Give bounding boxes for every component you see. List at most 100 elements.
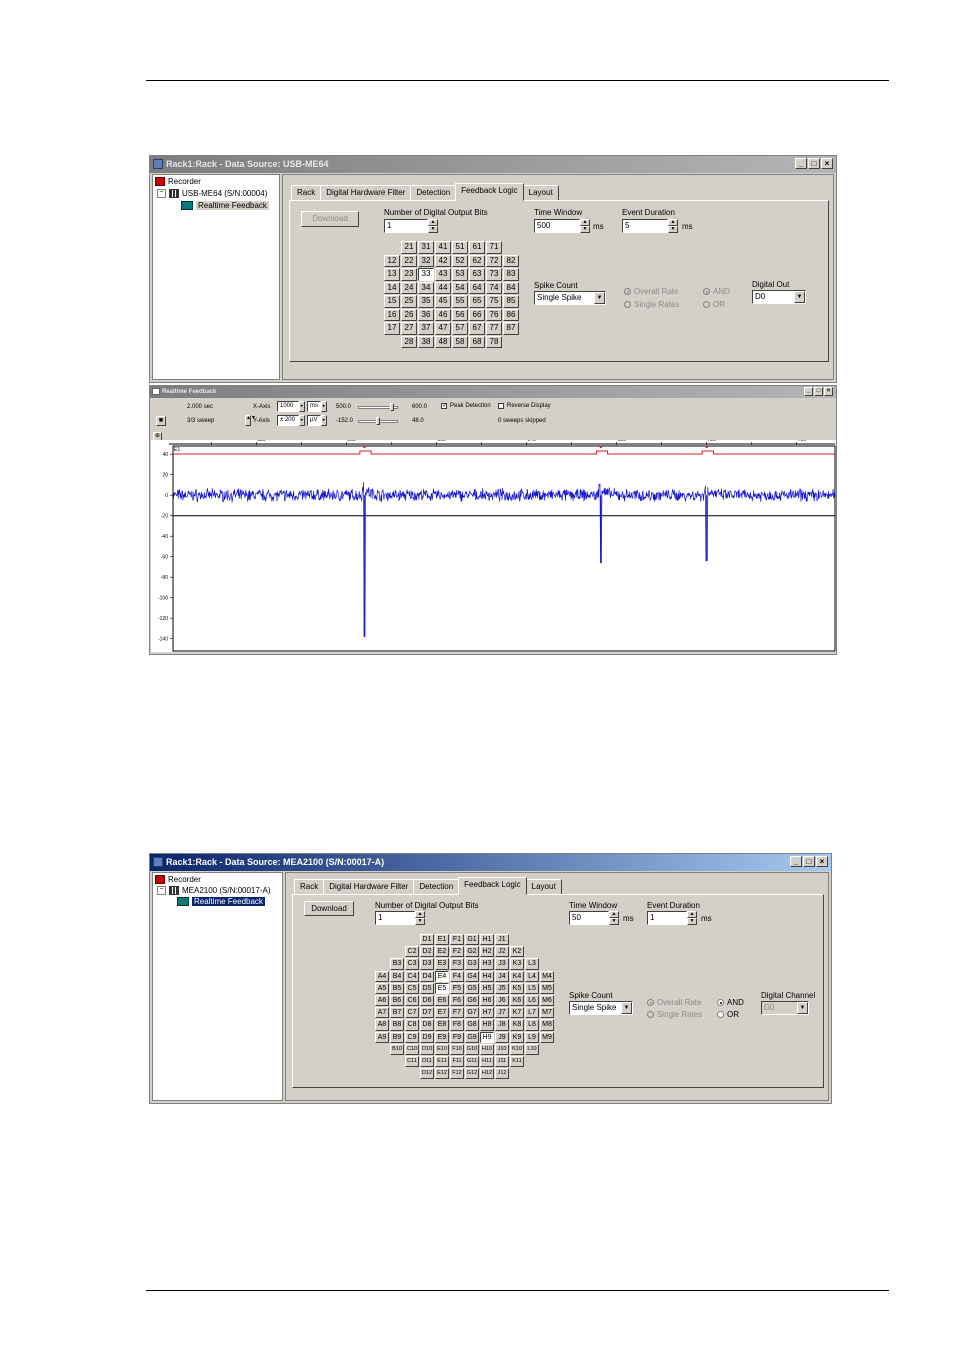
electrode-J6[interactable]: J6 <box>495 995 509 1007</box>
electrode-A6[interactable]: A6 <box>375 995 389 1007</box>
electrode-J8[interactable]: J8 <box>495 1019 509 1031</box>
electrode-77[interactable]: 77 <box>486 322 502 335</box>
x-axis-input[interactable]: 1000 <box>277 401 299 412</box>
electrode-34[interactable]: 34 <box>418 281 434 294</box>
electrode-M8[interactable]: M8 <box>540 1019 554 1031</box>
electrode-J3[interactable]: J3 <box>495 958 509 970</box>
electrode-H8[interactable]: H8 <box>480 1019 494 1031</box>
tab-feedback-logic[interactable]: Feedback Logic <box>455 183 524 201</box>
close-icon[interactable]: × <box>821 158 833 169</box>
tab-layout[interactable]: Layout <box>525 879 562 895</box>
electrode-F8[interactable]: F8 <box>450 1019 464 1031</box>
electrode-21[interactable]: 21 <box>401 241 417 254</box>
electrode-12[interactable]: 12 <box>384 254 400 267</box>
electrode-L10[interactable]: L10 <box>525 1043 539 1055</box>
electrode-J12[interactable]: J12 <box>495 1068 509 1080</box>
radio-or[interactable]: OR <box>717 1010 739 1019</box>
electrode-J7[interactable]: J7 <box>495 1007 509 1019</box>
electrode-65[interactable]: 65 <box>469 295 485 308</box>
electrode-22[interactable]: 22 <box>401 254 417 267</box>
electrode-14[interactable]: 14 <box>384 281 400 294</box>
electrode-D10[interactable]: D10 <box>420 1043 434 1055</box>
electrode-G3[interactable]: G3 <box>465 958 479 970</box>
electrode-F12[interactable]: F12 <box>450 1068 464 1080</box>
electrode-E6[interactable]: E6 <box>435 995 449 1007</box>
event-duration-spinner[interactable]: ▲ ▼ <box>687 911 697 925</box>
electrode-D8[interactable]: D8 <box>420 1019 434 1031</box>
electrode-74[interactable]: 74 <box>486 281 502 294</box>
close-icon[interactable]: × <box>816 856 828 867</box>
electrode-D3[interactable]: D3 <box>420 958 434 970</box>
electrode-A4[interactable]: A4 <box>375 970 389 982</box>
x-axis-unit[interactable]: ms <box>307 401 321 412</box>
time-window-input[interactable]: 50 <box>569 911 609 925</box>
electrode-F9[interactable]: F9 <box>450 1031 464 1043</box>
electrode-L9[interactable]: L9 <box>525 1031 539 1043</box>
electrode-72[interactable]: 72 <box>486 254 502 267</box>
electrode-E8[interactable]: E8 <box>435 1019 449 1031</box>
electrode-E10[interactable]: E10 <box>435 1043 449 1055</box>
radio-and[interactable]: AND <box>717 998 744 1007</box>
electrode-L4[interactable]: L4 <box>525 970 539 982</box>
radio-single-rates[interactable]: Single Rates <box>647 1010 702 1019</box>
time-window-input[interactable]: 500 <box>534 219 580 233</box>
radio-and[interactable]: AND <box>703 287 730 296</box>
electrode-H6[interactable]: H6 <box>480 995 494 1007</box>
y-axis-input[interactable]: ± 200 <box>277 415 299 426</box>
collapse-icon[interactable]: − <box>157 189 166 198</box>
electrode-D1[interactable]: D1 <box>420 934 434 946</box>
tab-digital-hardware-filter[interactable]: Digital Hardware Filter <box>320 185 412 201</box>
event-duration-input[interactable]: 1 <box>647 911 687 925</box>
electrode-K11[interactable]: K11 <box>510 1056 524 1068</box>
electrode-D7[interactable]: D7 <box>420 1007 434 1019</box>
electrode-E11[interactable]: E11 <box>435 1056 449 1068</box>
electrode-D11[interactable]: D11 <box>420 1056 434 1068</box>
y-axis-spin-button[interactable]: ▲▼ <box>245 415 256 426</box>
electrode-52[interactable]: 52 <box>452 254 468 267</box>
electrode-D6[interactable]: D6 <box>420 995 434 1007</box>
electrode-46[interactable]: 46 <box>435 308 451 321</box>
electrode-F1[interactable]: F1 <box>450 934 464 946</box>
electrode-D2[interactable]: D2 <box>420 946 434 958</box>
maximize-icon[interactable]: □ <box>808 158 820 169</box>
electrode-B3[interactable]: B3 <box>390 958 404 970</box>
electrode-F11[interactable]: F11 <box>450 1056 464 1068</box>
electrode-63[interactable]: 63 <box>469 268 485 281</box>
electrode-C3[interactable]: C3 <box>405 958 419 970</box>
electrode-C7[interactable]: C7 <box>405 1007 419 1019</box>
tab-feedback-logic[interactable]: Feedback Logic <box>458 877 527 895</box>
electrode-13[interactable]: 13 <box>384 268 400 281</box>
x-axis-step-button[interactable]: ▸ <box>299 401 305 412</box>
electrode-C8[interactable]: C8 <box>405 1019 419 1031</box>
electrode-C2[interactable]: C2 <box>405 946 419 958</box>
electrode-28[interactable]: 28 <box>401 335 417 348</box>
electrode-H4[interactable]: H4 <box>480 970 494 982</box>
tree-item-recorder[interactable]: Recorder <box>155 177 201 186</box>
tab-layout[interactable]: Layout <box>522 185 559 201</box>
electrode-G8[interactable]: G8 <box>465 1019 479 1031</box>
electrode-B4[interactable]: B4 <box>390 970 404 982</box>
reverse-display-checkbox[interactable]: Reverse Display <box>498 403 551 409</box>
download-button[interactable]: Download <box>304 901 354 916</box>
electrode-16[interactable]: 16 <box>384 308 400 321</box>
y-axis-unit[interactable]: µV <box>307 415 321 426</box>
electrode-86[interactable]: 86 <box>503 308 519 321</box>
x-axis-unit-button[interactable]: ▸ <box>321 401 327 412</box>
electrode-J10[interactable]: J10 <box>495 1043 509 1055</box>
chevron-down-icon[interactable]: ▼ <box>797 1002 808 1014</box>
electrode-G10[interactable]: G10 <box>465 1043 479 1055</box>
electrode-64[interactable]: 64 <box>469 281 485 294</box>
electrode-E4[interactable]: E4 <box>435 970 449 982</box>
chevron-down-icon[interactable]: ▼ <box>621 1002 632 1014</box>
electrode-L5[interactable]: L5 <box>525 982 539 994</box>
electrode-K9[interactable]: K9 <box>510 1031 524 1043</box>
electrode-33[interactable]: 33 <box>418 268 434 281</box>
electrode-73[interactable]: 73 <box>486 268 502 281</box>
electrode-62[interactable]: 62 <box>469 254 485 267</box>
electrode-M7[interactable]: M7 <box>540 1007 554 1019</box>
download-button[interactable]: Download <box>301 211 359 227</box>
electrode-H7[interactable]: H7 <box>480 1007 494 1019</box>
electrode-G9[interactable]: G9 <box>465 1031 479 1043</box>
bits-spinner[interactable]: ▲ ▼ <box>415 911 425 925</box>
electrode-E1[interactable]: E1 <box>435 934 449 946</box>
